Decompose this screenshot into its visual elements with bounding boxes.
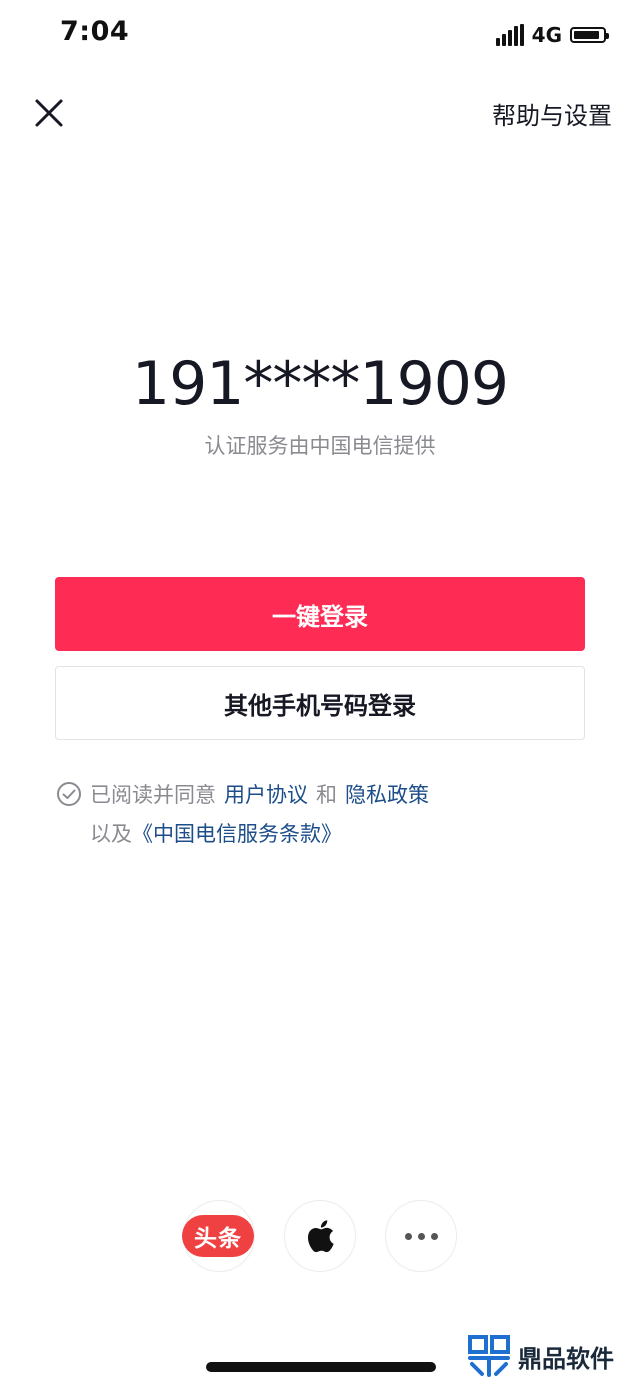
user-agreement-link[interactable]: 用户协议 bbox=[224, 783, 308, 807]
watermark: 鼎品软件 bbox=[466, 1334, 614, 1378]
network-label: 4G bbox=[531, 23, 562, 47]
carrier-terms-link[interactable]: 《中国电信服务条款》 bbox=[132, 822, 342, 846]
agreement-prefix: 已阅读并同意 bbox=[90, 783, 216, 807]
one-click-login-button[interactable]: 一键登录 bbox=[55, 577, 585, 651]
agreement-also: 以及 bbox=[90, 822, 132, 846]
apple-login-button[interactable] bbox=[284, 1200, 356, 1272]
login-screen: 7:04 4G 帮助与设置 191****1909 认证服务由中国电信提供 一键… bbox=[0, 0, 640, 1386]
status-time: 7:04 bbox=[60, 16, 130, 47]
battery-icon bbox=[570, 27, 609, 43]
close-button[interactable] bbox=[26, 90, 72, 136]
help-settings-link[interactable]: 帮助与设置 bbox=[492, 96, 612, 131]
apple-icon bbox=[307, 1220, 334, 1253]
third-party-login: 头条 bbox=[0, 1200, 640, 1274]
watermark-text: 鼎品软件 bbox=[518, 1344, 614, 1373]
other-phone-login-button[interactable]: 其他手机号码登录 bbox=[55, 666, 585, 740]
privacy-policy-link[interactable]: 隐私政策 bbox=[345, 783, 429, 807]
more-icon bbox=[402, 1232, 441, 1240]
toutiao-logo: 头条 bbox=[182, 1215, 254, 1257]
agreement-and: 和 bbox=[316, 783, 337, 807]
watermark-logo-icon bbox=[468, 1335, 510, 1377]
agreement-line-1: 已阅读并同意 用户协议和隐私政策 bbox=[90, 776, 429, 814]
agreement-line-2: 以及《中国电信服务条款》 bbox=[90, 815, 342, 853]
home-indicator bbox=[206, 1362, 436, 1372]
status-indicators: 4G bbox=[495, 20, 609, 50]
agree-checkbox-icon[interactable] bbox=[56, 781, 82, 807]
toutiao-login-button[interactable]: 头条 bbox=[182, 1200, 255, 1272]
masked-phone-number: 191****1909 bbox=[131, 349, 509, 419]
signal-icon bbox=[495, 24, 526, 46]
status-bar: 7:04 4G bbox=[0, 0, 640, 70]
close-icon bbox=[35, 99, 63, 127]
auth-provider-text: 认证服务由中国电信提供 bbox=[204, 434, 436, 458]
battery-fill bbox=[574, 31, 600, 39]
more-login-button[interactable] bbox=[385, 1200, 457, 1272]
